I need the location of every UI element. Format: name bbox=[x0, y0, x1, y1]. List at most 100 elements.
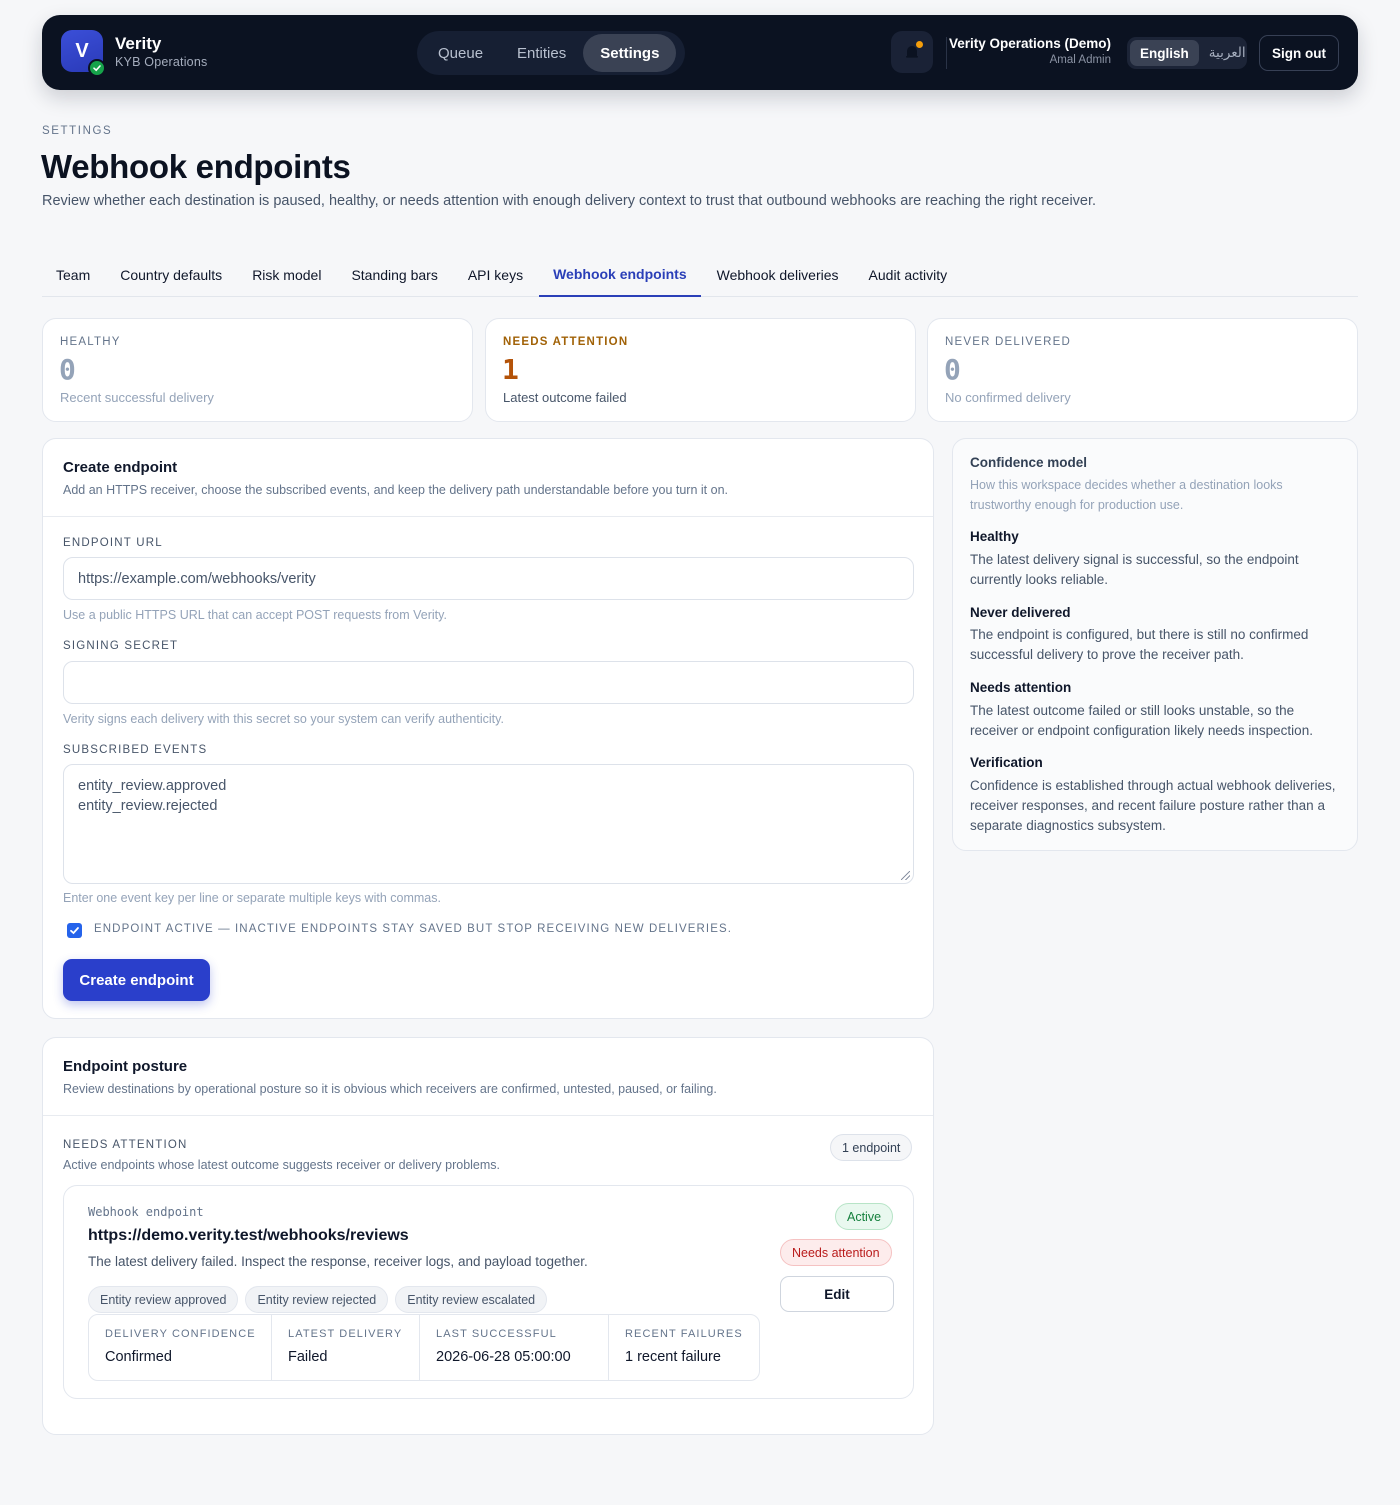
confidence-item-heading: Verification bbox=[970, 755, 1043, 770]
nav-queue[interactable]: Queue bbox=[421, 34, 500, 72]
event-tag: Entity review escalated bbox=[395, 1286, 548, 1313]
confidence-item-heading: Never delivered bbox=[970, 605, 1071, 620]
event-tag: Entity review approved bbox=[88, 1286, 239, 1313]
confidence-item-text: Confidence is established through actual… bbox=[970, 778, 1336, 833]
metric-recent-failures: RECENT FAILURES 1 recent failure bbox=[609, 1315, 759, 1380]
metric-label: LATEST DELIVERY bbox=[288, 1328, 403, 1340]
endpoint-active-checkbox[interactable] bbox=[67, 923, 82, 938]
create-endpoint-panel: Create endpoint Add an HTTPS receiver, c… bbox=[42, 438, 934, 1019]
tab-webhook-endpoints[interactable]: Webhook endpoints bbox=[539, 252, 701, 297]
top-bar: V Verity KYB Operations Queue Entities S… bbox=[42, 15, 1358, 90]
page-description: Review whether each destination is pause… bbox=[42, 193, 1097, 209]
app-subtitle: KYB Operations bbox=[115, 55, 208, 69]
endpoint-kind: Webhook endpoint bbox=[88, 1205, 204, 1219]
endpoint-description: The latest delivery failed. Inspect the … bbox=[88, 1254, 588, 1269]
status-badge-active: Active bbox=[835, 1203, 894, 1230]
tab-country-defaults[interactable]: Country defaults bbox=[106, 252, 236, 297]
confidence-subtitle: How this workspace decides whether a des… bbox=[970, 478, 1283, 512]
confidence-item-heading: Healthy bbox=[970, 529, 1019, 544]
endpoint-url[interactable]: https://demo.verity.test/webhooks/review… bbox=[88, 1227, 409, 1245]
tab-audit-activity[interactable]: Audit activity bbox=[855, 252, 962, 297]
lang-english[interactable]: English bbox=[1130, 40, 1199, 66]
endpoint-url-label: ENDPOINT URL bbox=[63, 537, 163, 549]
status-badge-needs-attention: Needs attention bbox=[780, 1239, 892, 1266]
confidence-item-text: The endpoint is configured, but there is… bbox=[970, 627, 1309, 662]
confidence-item-heading: Needs attention bbox=[970, 680, 1072, 695]
tab-api-keys[interactable]: API keys bbox=[454, 252, 537, 297]
endpoint-card: Webhook endpoint https://demo.verity.tes… bbox=[63, 1185, 914, 1399]
signing-secret-help: Verity signs each delivery with this sec… bbox=[63, 712, 504, 726]
user-name: Amal Admin bbox=[1049, 54, 1111, 66]
tab-webhook-deliveries[interactable]: Webhook deliveries bbox=[703, 252, 853, 297]
create-endpoint-header: Create endpoint Add an HTTPS receiver, c… bbox=[43, 439, 933, 517]
topbar-divider bbox=[946, 37, 947, 69]
confidence-item-text: The latest outcome failed or still looks… bbox=[970, 703, 1313, 738]
create-endpoint-subtitle: Add an HTTPS receiver, choose the subscr… bbox=[63, 483, 728, 497]
event-line: entity_review.approved bbox=[78, 778, 227, 794]
stat-never-delivered: NEVER DELIVERED 0 No confirmed delivery bbox=[927, 318, 1358, 422]
settings-tabs: Team Country defaults Risk model Standin… bbox=[42, 252, 1358, 297]
endpoint-url-help: Use a public HTTPS URL that can accept P… bbox=[63, 608, 447, 622]
org-name: Verity Operations (Demo) bbox=[948, 36, 1111, 51]
subscribed-events-help: Enter one event key per line or separate… bbox=[63, 891, 441, 905]
metric-value: Confirmed bbox=[105, 1349, 172, 1365]
endpoint-posture-header: Endpoint posture Review destinations by … bbox=[43, 1038, 933, 1116]
metric-value: Failed bbox=[288, 1349, 328, 1365]
verified-check-icon bbox=[88, 59, 106, 77]
subscribed-events-textarea[interactable]: entity_review.approved entity_review.rej… bbox=[63, 764, 914, 884]
metric-value: 1 recent failure bbox=[625, 1349, 721, 1365]
notifications-button[interactable] bbox=[891, 31, 933, 73]
stat-needs-attention: NEEDS ATTENTION 1 Latest outcome failed bbox=[485, 318, 916, 422]
lang-arabic[interactable]: العربية bbox=[1199, 40, 1256, 66]
subscribed-events-label: SUBSCRIBED EVENTS bbox=[63, 744, 208, 756]
stat-sub: No confirmed delivery bbox=[945, 390, 1071, 405]
metric-latest-delivery: LATEST DELIVERY Failed bbox=[272, 1315, 420, 1380]
language-switcher: English العربية bbox=[1127, 37, 1247, 69]
app-name: Verity bbox=[115, 34, 162, 53]
endpoint-url-input[interactable]: https://example.com/webhooks/verity bbox=[63, 557, 914, 600]
event-tags: Entity review approved Entity review rej… bbox=[88, 1286, 548, 1313]
create-endpoint-button[interactable]: Create endpoint bbox=[63, 959, 210, 1001]
page-eyebrow: SETTINGS bbox=[42, 125, 113, 137]
sign-out-button[interactable]: Sign out bbox=[1259, 35, 1339, 71]
resize-handle-icon[interactable] bbox=[901, 871, 910, 880]
tab-standing-bars[interactable]: Standing bars bbox=[337, 252, 451, 297]
endpoint-active-label: ENDPOINT ACTIVE — INACTIVE ENDPOINTS STA… bbox=[94, 923, 733, 935]
signing-secret-input[interactable] bbox=[63, 661, 914, 704]
posture-group-label: NEEDS ATTENTION bbox=[63, 1139, 188, 1151]
stat-label: NEEDS ATTENTION bbox=[503, 336, 629, 348]
tab-team[interactable]: Team bbox=[42, 252, 104, 297]
create-endpoint-title: Create endpoint bbox=[63, 459, 178, 476]
endpoint-posture-panel: Endpoint posture Review destinations by … bbox=[42, 1037, 934, 1435]
stat-value: 0 bbox=[59, 353, 76, 386]
tab-risk-model[interactable]: Risk model bbox=[238, 252, 335, 297]
stat-value: 1 bbox=[502, 353, 519, 386]
endpoint-posture-subtitle: Review destinations by operational postu… bbox=[63, 1082, 717, 1096]
main-nav: Queue Entities Settings bbox=[417, 31, 685, 75]
metric-label: DELIVERY CONFIDENCE bbox=[105, 1328, 256, 1340]
posture-group-subtitle: Active endpoints whose latest outcome su… bbox=[63, 1158, 501, 1172]
confidence-title: Confidence model bbox=[970, 455, 1088, 470]
page-title: Webhook endpoints bbox=[41, 148, 351, 185]
nav-entities[interactable]: Entities bbox=[500, 34, 583, 72]
delivery-metrics: DELIVERY CONFIDENCE Confirmed LATEST DEL… bbox=[88, 1314, 760, 1381]
stat-sub: Recent successful delivery bbox=[60, 390, 214, 405]
nav-settings[interactable]: Settings bbox=[583, 34, 677, 72]
event-line: entity_review.rejected bbox=[78, 798, 218, 814]
notification-dot bbox=[916, 41, 923, 48]
check-icon bbox=[70, 927, 79, 935]
metric-value: 2026-06-28 05:00:00 bbox=[436, 1349, 571, 1365]
stat-label: NEVER DELIVERED bbox=[945, 336, 1072, 348]
confidence-model-panel: Confidence model How this workspace deci… bbox=[952, 438, 1358, 851]
metric-last-successful: LAST SUCCESSFUL 2026-06-28 05:00:00 bbox=[420, 1315, 609, 1380]
endpoint-count-badge: 1 endpoint bbox=[830, 1134, 913, 1161]
stat-label: HEALTHY bbox=[60, 336, 121, 348]
edit-endpoint-button[interactable]: Edit bbox=[780, 1276, 894, 1312]
metric-label: RECENT FAILURES bbox=[625, 1328, 743, 1340]
signing-secret-label: SIGNING SECRET bbox=[63, 640, 179, 652]
stat-sub: Latest outcome failed bbox=[503, 390, 627, 405]
confidence-item-text: The latest delivery signal is successful… bbox=[970, 552, 1299, 587]
metric-delivery-confidence: DELIVERY CONFIDENCE Confirmed bbox=[89, 1315, 272, 1380]
stat-value: 0 bbox=[944, 353, 961, 386]
metric-label: LAST SUCCESSFUL bbox=[436, 1328, 557, 1340]
